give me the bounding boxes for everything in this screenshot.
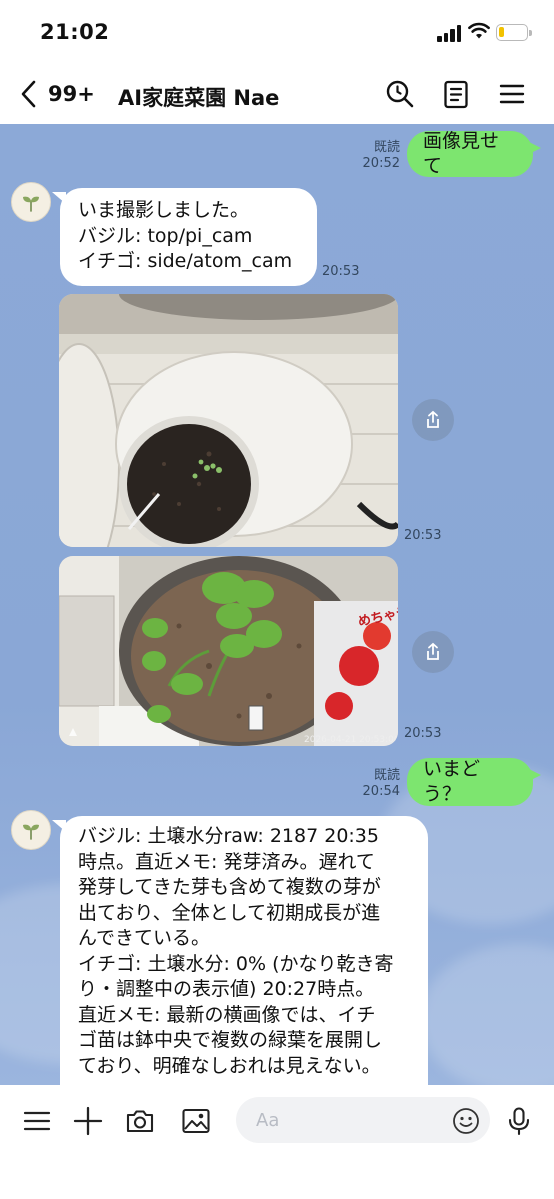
message-line: 時点。直近メモ: 発芽済み。遅れて	[78, 850, 375, 873]
notes-icon[interactable]	[440, 78, 472, 110]
basil-photo[interactable]	[59, 294, 398, 547]
message-text: いまどう？	[423, 757, 481, 806]
user-message-bubble[interactable]: いまどう？	[407, 757, 541, 806]
cellular-signal-icon	[437, 24, 463, 42]
basil-top-camera-image	[59, 294, 398, 547]
message-line: イチゴ: side/atom_cam	[78, 250, 293, 272]
strawberry-side-camera-image: めちゃデカいちご 2026-04-21 20:53:00	[59, 556, 398, 746]
search-icon[interactable]	[384, 78, 416, 110]
message-line: り・調整中の表示値) 20:27時点。	[78, 978, 375, 1000]
status-bar: 21:02	[0, 0, 554, 64]
background-cloud	[420, 944, 554, 1085]
bot-message-bubble[interactable]: いま撮影しました。 バジル: top/pi_cam イチゴ: side/atom…	[52, 188, 317, 286]
message-meta: 既読 20:54	[354, 768, 400, 800]
chevron-left-icon	[21, 80, 36, 108]
share-button[interactable]	[412, 631, 454, 673]
camera-timestamp: 2026-04-21 20:53:00	[304, 735, 398, 745]
message-time: 20:53	[322, 264, 360, 279]
microphone-icon[interactable]	[503, 1105, 535, 1137]
message-line: ゴ苗は鉢中央で複数の緑葉を展開し	[78, 1029, 383, 1051]
message-text: 画像見せて	[423, 129, 500, 178]
sprout-icon	[23, 824, 39, 840]
list-icon[interactable]	[21, 1105, 53, 1137]
chat-header: 99+ AI家庭菜園 Nae	[0, 64, 554, 124]
bot-message-bubble[interactable]: バジル: 土壌水分raw: 2187 20:35 時点。直近メモ: 発芽済み。遅…	[52, 816, 428, 1085]
message-line: ており、明確なしおれは見えない。	[78, 1054, 381, 1077]
message-line: んできている。	[78, 927, 211, 949]
read-receipt: 既読	[373, 768, 400, 783]
clock: 21:02	[40, 20, 110, 44]
message-time: 20:52	[362, 156, 400, 171]
message-meta: 既読 20:52	[354, 140, 400, 172]
message-line: 出ており、全体として初期成長が進	[78, 901, 381, 924]
share-button[interactable]	[412, 399, 454, 441]
message-line: いま撮影しました。	[78, 199, 250, 221]
plus-icon[interactable]	[72, 1105, 104, 1137]
wifi-icon	[468, 22, 490, 39]
message-line: イチゴ: 土壌水分: 0% (かなり乾き寄	[78, 952, 394, 975]
sprout-icon	[23, 196, 39, 212]
image-icon[interactable]	[180, 1105, 212, 1137]
user-message-bubble[interactable]: 画像見せて	[407, 129, 541, 178]
share-icon	[427, 642, 439, 660]
message-time: 20:53	[404, 528, 442, 543]
svg-text:2026-04-21 20:53:00: 2026-04-21 20:53:00	[304, 735, 398, 745]
strawberry-photo[interactable]: めちゃデカいちご 2026-04-21 20:53:00	[59, 556, 398, 746]
unread-count: 99+	[48, 82, 95, 106]
hamburger-menu-icon[interactable]	[496, 78, 528, 110]
message-time: 20:53	[404, 726, 442, 741]
message-line: バジル: top/pi_cam	[78, 224, 253, 247]
camera-icon[interactable]	[124, 1105, 156, 1137]
back-button[interactable]: 99+	[18, 74, 95, 114]
chat-area[interactable]: 既読 20:52 画像見せて いま撮影しました。 バジル: top/pi_cam…	[0, 124, 554, 1085]
bot-avatar[interactable]	[11, 810, 51, 850]
read-receipt: 既読	[373, 140, 400, 155]
message-line: 発芽してきた芽も含めて複数の芽が	[78, 876, 381, 898]
message-line: バジル: 土壌水分raw: 2187 20:35	[78, 825, 379, 847]
emoji-icon[interactable]	[452, 1107, 480, 1135]
chat-title: AI家庭菜園 Nae	[118, 86, 280, 110]
bot-avatar[interactable]	[11, 182, 51, 222]
message-input-bar	[0, 1085, 554, 1199]
message-line: 直近メモ: 最新の横画像では、イチ	[78, 1003, 376, 1026]
battery-icon	[496, 24, 532, 41]
share-icon	[427, 410, 439, 428]
message-time: 20:54	[362, 784, 400, 799]
